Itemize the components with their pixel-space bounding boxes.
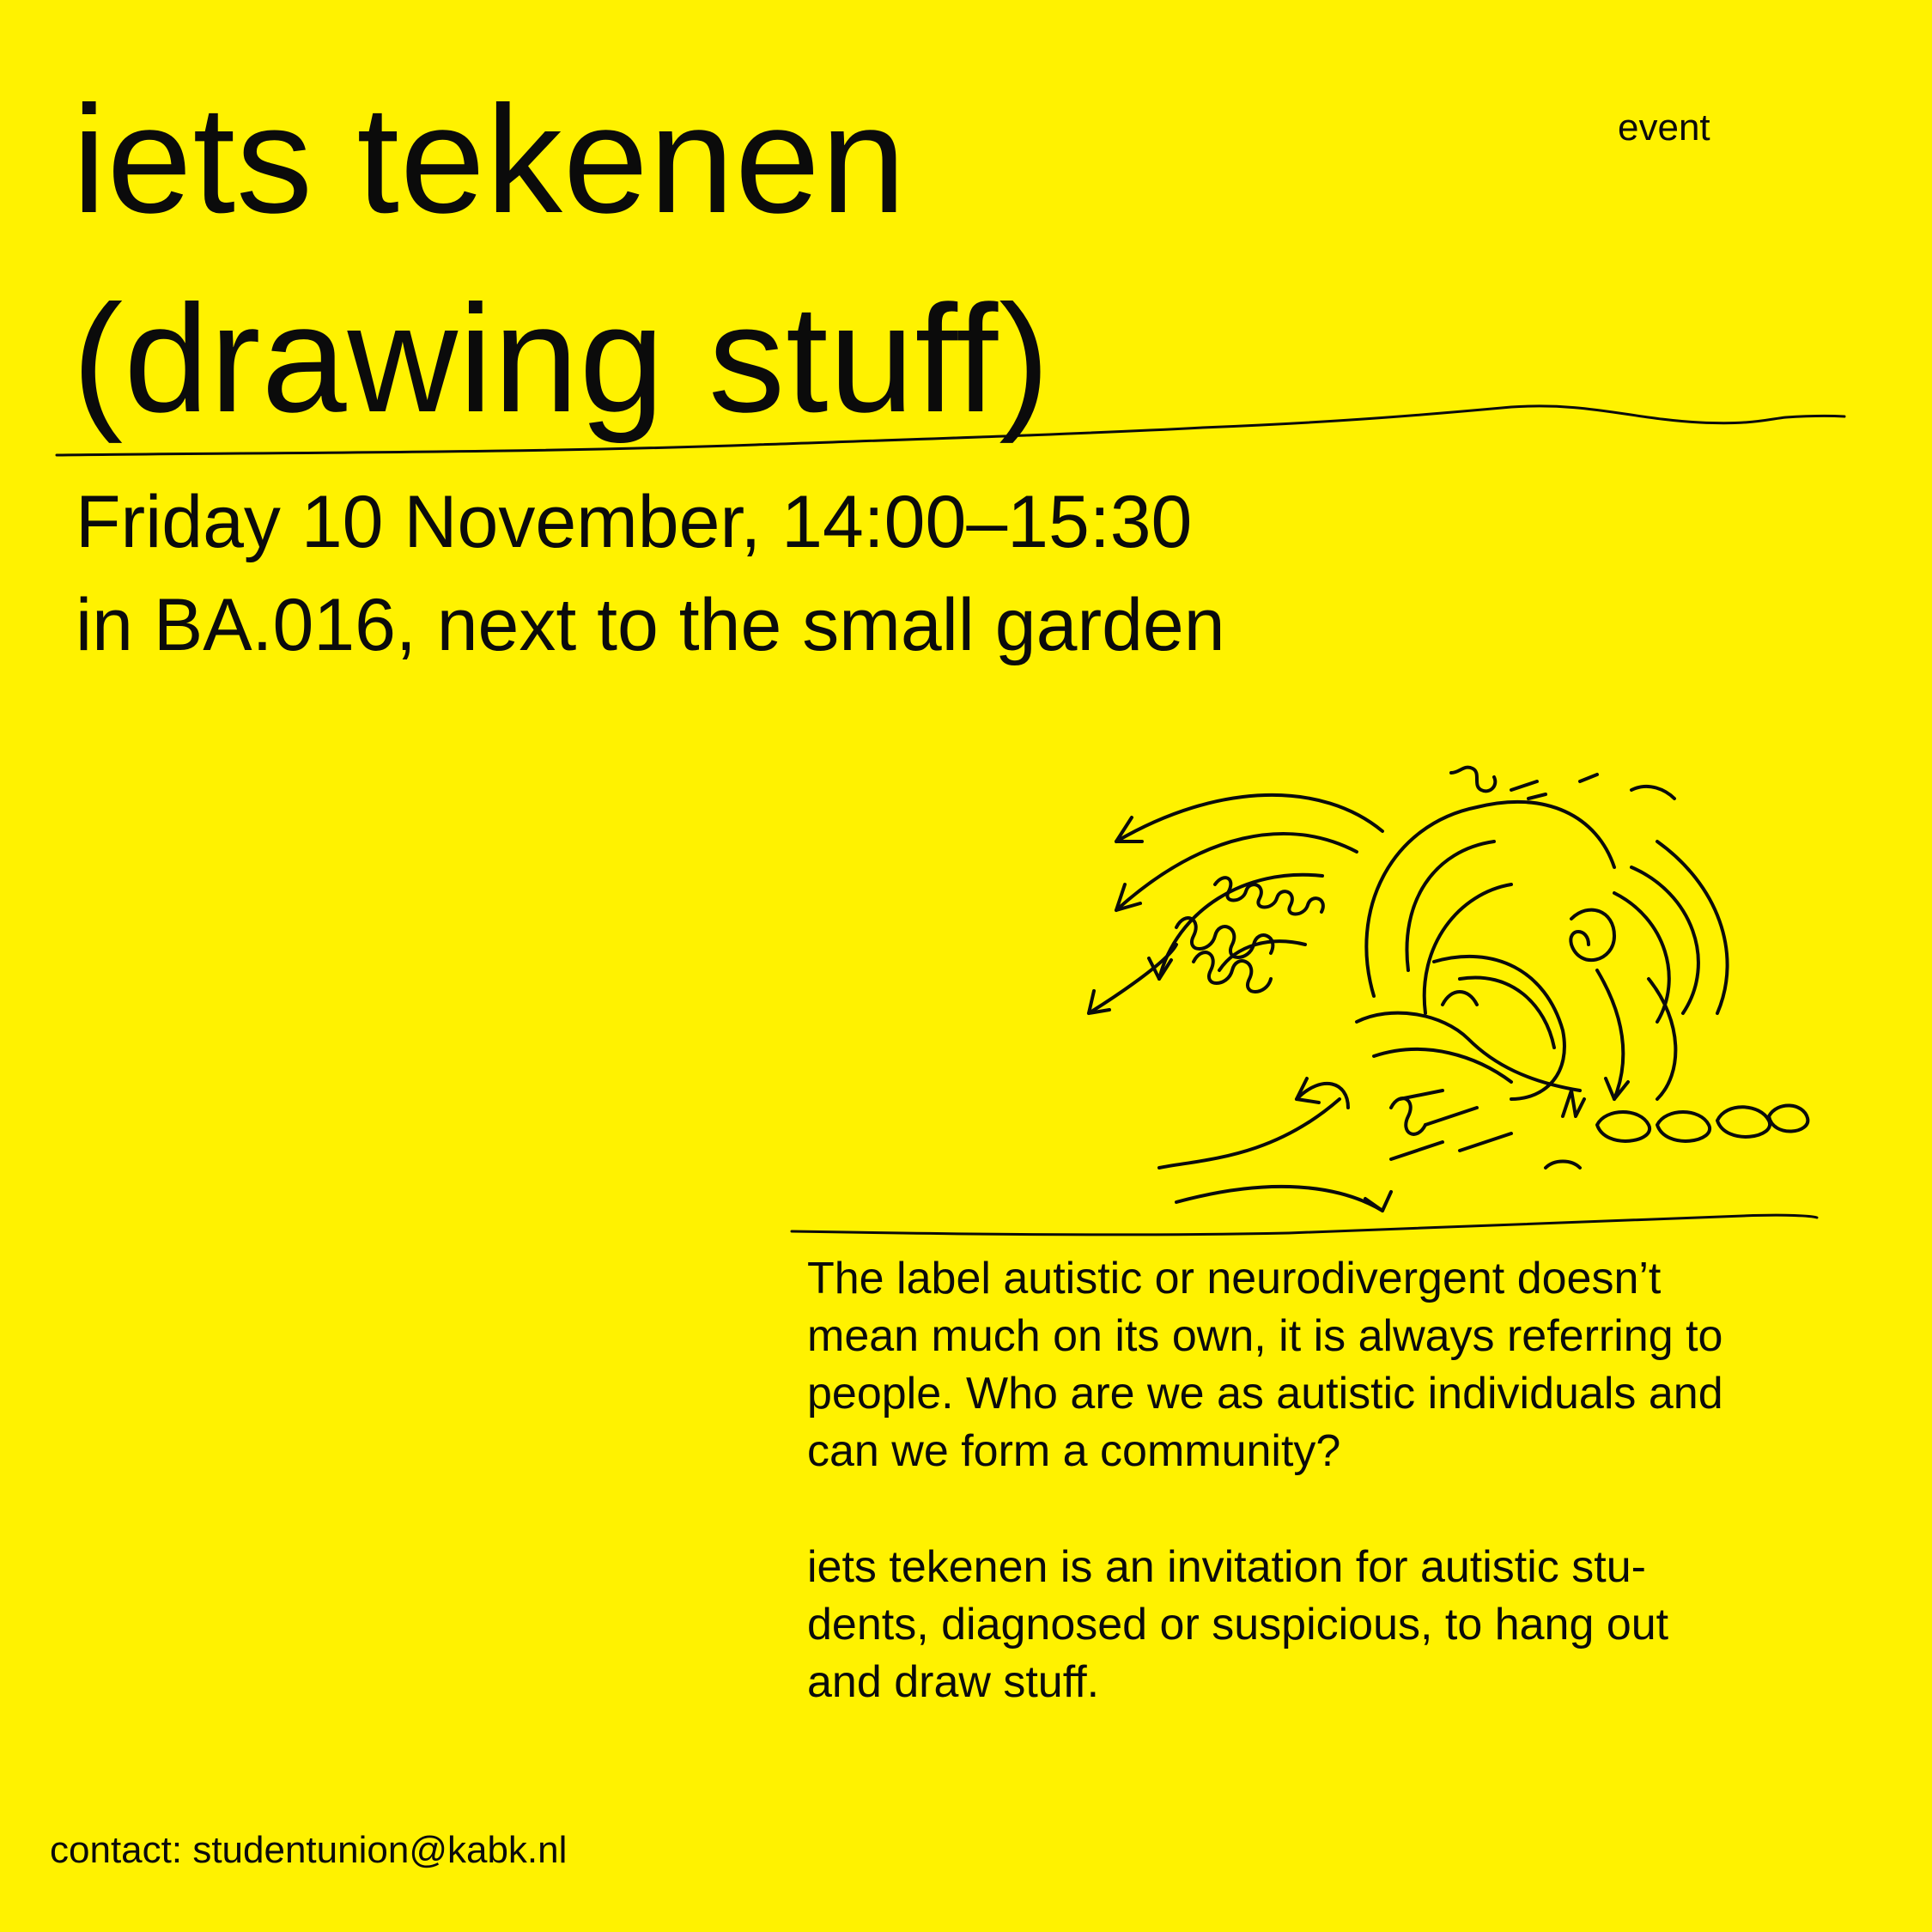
contact-line: contact: studentunion@kabk.nl [50,1829,567,1872]
wave-doodle-icon [1087,765,1810,1212]
event-date: Friday 10 November, 14:00–15:30 [76,481,1193,563]
title-line-2: (drawing stuff) [72,273,1051,444]
event-tag: event [1618,106,1710,149]
poster-title: iets tekenen (drawing stuff) [72,60,1051,459]
contact-label: contact: [50,1829,183,1871]
description-paragraph-1: The label autistic or neurodivergent doe… [807,1254,1723,1476]
event-location: in BA.016, next to the small garden [76,584,1225,666]
description-paragraph-2: iets tekenen is an invitation for autist… [807,1542,1669,1707]
title-line-1: iets tekenen [72,74,907,245]
event-description: The label autistic or neurodivergent doe… [807,1250,1889,1770]
event-poster: iets tekenen (drawing stuff) event Frida… [0,0,1932,1932]
event-details: Friday 10 November, 14:00–15:30 in BA.01… [76,471,1225,677]
contact-email-link[interactable]: studentunion@kabk.nl [192,1829,567,1871]
